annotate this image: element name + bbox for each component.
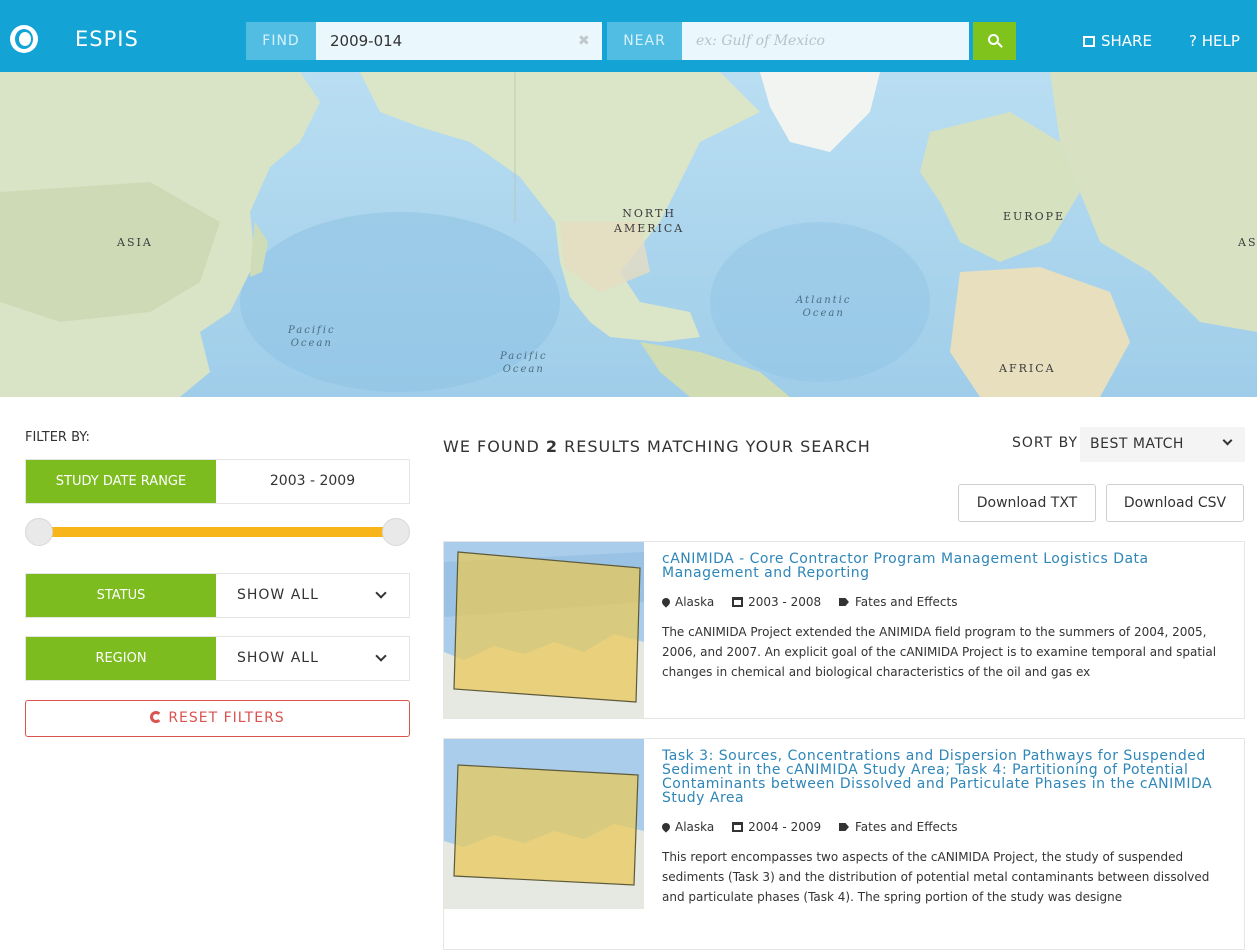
result-card: cANIMIDA - Core Contractor Program Manag… bbox=[443, 541, 1245, 719]
date-range-label: STUDY DATE RANGE bbox=[26, 460, 216, 503]
result-location: Alaska bbox=[660, 819, 715, 835]
result-content: cANIMIDA - Core Contractor Program Manag… bbox=[660, 552, 1232, 682]
map-label-ocean: Ocean bbox=[502, 364, 545, 375]
espis-logo-icon[interactable] bbox=[10, 25, 38, 53]
find-search-input[interactable] bbox=[316, 22, 602, 60]
study-area-thumbnail bbox=[444, 542, 644, 718]
tags-icon bbox=[838, 823, 849, 831]
filter-by-heading: FILTER BY: bbox=[25, 430, 90, 445]
date-range-slider-track[interactable] bbox=[38, 527, 396, 537]
map-label-north: NORTH bbox=[622, 207, 676, 220]
date-range-filter: STUDY DATE RANGE 2003 - 2009 bbox=[25, 459, 410, 504]
status-filter: STATUS SHOW ALL bbox=[25, 573, 410, 618]
results-count-heading: WE FOUND 2 RESULTS MATCHING YOUR SEARCH bbox=[443, 437, 871, 456]
study-area-thumbnail bbox=[444, 739, 644, 909]
top-navigation-bar: ESPIS FIND ✖ NEAR SHARE ? HELP bbox=[0, 0, 1257, 72]
region-label: REGION bbox=[26, 637, 216, 680]
chevron-down-icon bbox=[375, 587, 387, 599]
result-card: Task 3: Sources, Concentrations and Disp… bbox=[443, 738, 1245, 950]
results-count: 2 bbox=[545, 437, 559, 456]
result-dates-text: 2003 - 2008 bbox=[748, 595, 822, 609]
status-label: STATUS bbox=[26, 574, 216, 617]
map-label-ocean: Ocean bbox=[290, 338, 333, 349]
map-label-atlantic-ocean: Atlantic Ocean bbox=[796, 294, 851, 320]
search-button[interactable] bbox=[973, 22, 1016, 60]
map-marker-icon bbox=[660, 821, 672, 833]
map-label-america: AMERICA bbox=[614, 222, 685, 235]
result-meta: Alaska 2003 - 2008 Fates and Effects bbox=[660, 594, 1232, 610]
map-label-atlantic: Atlantic bbox=[796, 295, 852, 306]
search-icon-handle bbox=[997, 42, 1003, 48]
status-select[interactable]: SHOW ALL bbox=[216, 574, 409, 617]
result-dates: 2003 - 2008 bbox=[732, 594, 821, 610]
result-location-text: Alaska bbox=[675, 595, 715, 609]
share-label: SHARE bbox=[1101, 32, 1152, 50]
results-heading-suffix: RESULTS MATCHING YOUR SEARCH bbox=[564, 437, 871, 456]
sort-by-label: SORT BY bbox=[1012, 435, 1079, 451]
share-icon bbox=[1083, 36, 1095, 47]
result-meta: Alaska 2004 - 2009 Fates and Effects bbox=[660, 819, 1232, 835]
world-map[interactable]: NORTH AMERICA ASIA EUROPE AS AFRICA Paci… bbox=[0, 72, 1257, 397]
result-thumbnail-map[interactable] bbox=[444, 542, 644, 718]
result-thumbnail-map[interactable] bbox=[444, 739, 644, 909]
map-label-pacific: Pacific bbox=[288, 325, 336, 336]
map-label-pacific: Pacific bbox=[500, 351, 548, 362]
map-label-pacific-ocean-west: Pacific Ocean bbox=[288, 324, 336, 350]
chevron-down-icon bbox=[1222, 435, 1233, 446]
map-label-asia-right: AS bbox=[1238, 236, 1257, 249]
result-title-link[interactable]: cANIMIDA - Core Contractor Program Manag… bbox=[662, 552, 1232, 580]
refresh-icon bbox=[150, 711, 163, 723]
result-topic-text: Fates and Effects bbox=[854, 820, 958, 834]
download-csv-button[interactable]: Download CSV bbox=[1106, 484, 1244, 522]
region-selected-value: SHOW ALL bbox=[237, 650, 319, 666]
map-label-europe: EUROPE bbox=[1003, 210, 1066, 223]
map-label-pacific-ocean-south: Pacific Ocean bbox=[500, 350, 548, 376]
region-select[interactable]: SHOW ALL bbox=[216, 637, 409, 680]
calendar-icon bbox=[732, 822, 744, 832]
reset-filters-label: RESET FILTERS bbox=[168, 710, 285, 726]
result-topic-text: Fates and Effects bbox=[854, 595, 958, 609]
find-label: FIND bbox=[246, 22, 316, 60]
map-label-africa: AFRICA bbox=[999, 362, 1056, 375]
result-dates-text: 2004 - 2009 bbox=[748, 820, 822, 834]
download-txt-button[interactable]: Download TXT bbox=[958, 484, 1096, 522]
chevron-down-icon bbox=[375, 650, 387, 662]
date-range-value: 2003 - 2009 bbox=[269, 473, 356, 489]
results-heading-prefix: WE FOUND bbox=[443, 437, 540, 456]
result-location-text: Alaska bbox=[675, 820, 715, 834]
near-location-input[interactable] bbox=[682, 22, 969, 60]
tags-icon bbox=[838, 598, 849, 606]
date-range-slider-high-handle[interactable] bbox=[382, 518, 410, 546]
map-marker-icon bbox=[660, 596, 672, 608]
region-filter: REGION SHOW ALL bbox=[25, 636, 410, 681]
result-topic: Fates and Effects bbox=[838, 819, 958, 835]
result-content: Task 3: Sources, Concentrations and Disp… bbox=[660, 749, 1232, 907]
map-label-ocean: Ocean bbox=[802, 308, 845, 319]
result-topic: Fates and Effects bbox=[838, 594, 958, 610]
share-button[interactable]: SHARE bbox=[1083, 32, 1152, 50]
result-dates: 2004 - 2009 bbox=[732, 819, 821, 835]
clear-search-icon[interactable]: ✖ bbox=[578, 33, 590, 49]
brand-name[interactable]: ESPIS bbox=[75, 27, 139, 51]
result-location: Alaska bbox=[660, 594, 715, 610]
result-description: The cANIMIDA Project extended the ANIMID… bbox=[662, 625, 1217, 679]
reset-filters-button[interactable]: RESET FILTERS bbox=[25, 700, 410, 737]
map-label-asia: ASIA bbox=[117, 236, 153, 249]
help-button[interactable]: ? HELP bbox=[1189, 32, 1240, 50]
sort-selected-value: BEST MATCH bbox=[1090, 436, 1184, 452]
status-selected-value: SHOW ALL bbox=[237, 587, 319, 603]
result-description: This report encompasses two aspects of t… bbox=[662, 850, 1210, 904]
near-label: NEAR bbox=[607, 22, 682, 60]
sort-by-select[interactable]: BEST MATCH bbox=[1080, 427, 1245, 462]
date-range-slider-low-handle[interactable] bbox=[25, 518, 53, 546]
map-label-north-america: NORTH AMERICA bbox=[614, 206, 684, 236]
calendar-icon bbox=[732, 597, 744, 607]
result-title-link[interactable]: Task 3: Sources, Concentrations and Disp… bbox=[662, 749, 1232, 805]
